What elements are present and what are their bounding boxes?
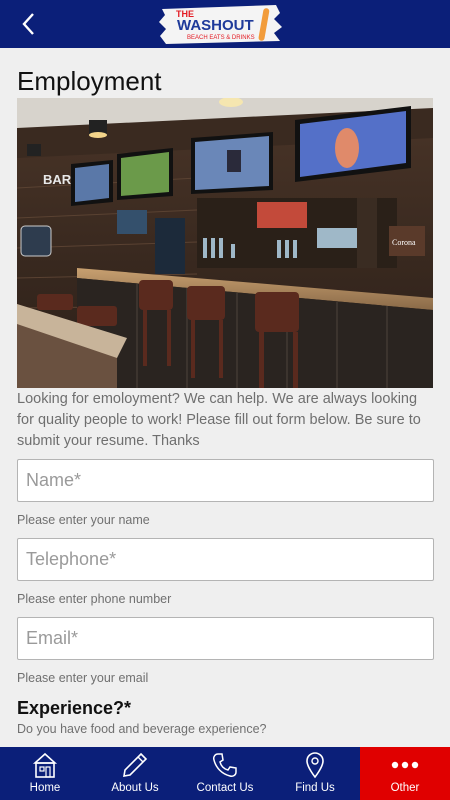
tab-contact-us[interactable]: Contact Us xyxy=(180,747,270,800)
tab-label-home: Home xyxy=(29,782,61,794)
name-input[interactable] xyxy=(18,460,433,501)
intro-text: Looking for emoloyment? We can help. We … xyxy=(17,391,421,449)
telephone-hint: Please enter phone number xyxy=(17,592,172,606)
phone-icon xyxy=(213,753,237,777)
top-bar: THE WASHOUT BEACH EATS & DRINKS xyxy=(0,0,450,48)
map-pin-icon xyxy=(306,752,324,779)
pencil-icon xyxy=(123,752,148,777)
more-icon xyxy=(391,761,419,769)
email-hint: Please enter your email xyxy=(17,671,149,685)
bottom-tab-bar: Home About Us Contact Us Find Us Other xyxy=(0,747,450,800)
name-field[interactable] xyxy=(17,459,434,502)
svg-text:BEACH EATS & DRINKS: BEACH EATS & DRINKS xyxy=(187,35,255,41)
bar-sign-text: BAR xyxy=(43,172,72,187)
home-icon xyxy=(32,752,58,778)
back-arrow-icon[interactable] xyxy=(14,9,44,39)
page-content: Employment BAR Corona Looking for emoloy… xyxy=(0,48,450,747)
tab-other[interactable]: Other xyxy=(360,747,450,800)
telephone-field[interactable] xyxy=(17,538,434,581)
page-title: Employment xyxy=(17,66,162,96)
corona-sign-text: Corona xyxy=(392,238,416,247)
tab-label-find-us: Find Us xyxy=(295,782,335,794)
bar-photo: BAR Corona xyxy=(17,98,433,388)
tab-label-about-us: About Us xyxy=(111,782,159,794)
experience-title: Experience?* xyxy=(17,698,132,718)
experience-question: Do you have food and beverage experience… xyxy=(17,722,267,736)
name-hint: Please enter your name xyxy=(17,513,150,527)
tab-find-us[interactable]: Find Us xyxy=(270,747,360,800)
tab-home[interactable]: Home xyxy=(0,747,90,800)
washout-logo: THE WASHOUT BEACH EATS & DRINKS xyxy=(159,5,282,44)
tab-label-other: Other xyxy=(390,782,420,794)
tab-label-contact-us: Contact Us xyxy=(196,782,254,794)
email-input[interactable] xyxy=(18,618,433,659)
email-field[interactable] xyxy=(17,617,434,660)
svg-text:WASHOUT: WASHOUT xyxy=(177,17,254,34)
tab-about-us[interactable]: About Us xyxy=(90,747,180,800)
telephone-input[interactable] xyxy=(18,539,433,580)
